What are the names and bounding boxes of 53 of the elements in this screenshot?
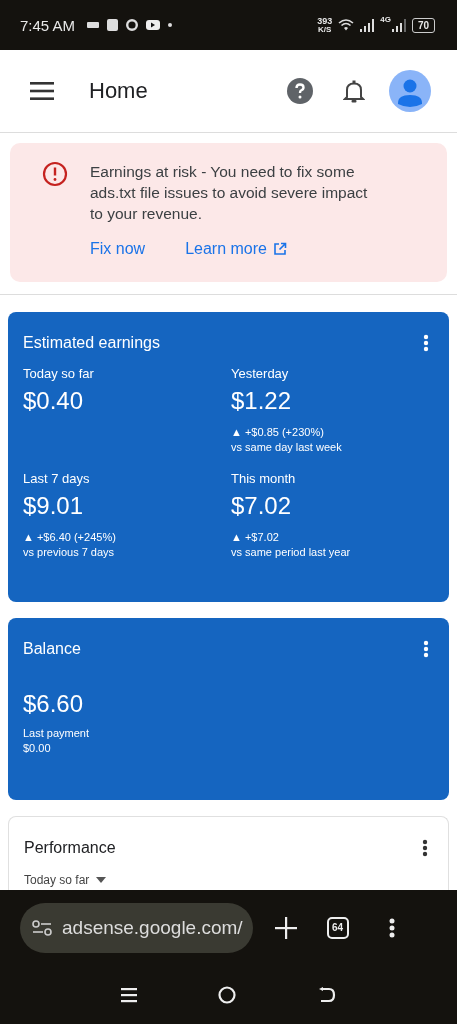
external-link-icon — [272, 242, 287, 256]
last-payment-label: Last payment — [23, 726, 91, 741]
tab-count-button[interactable]: 64 — [326, 916, 349, 939]
stat-value: $1.22 — [231, 387, 293, 415]
more-icon[interactable] — [388, 917, 395, 938]
signal-icon — [391, 18, 406, 32]
avatar-icon[interactable] — [389, 70, 431, 112]
error-icon — [42, 161, 68, 187]
menu-icon[interactable] — [30, 82, 54, 100]
net-speed: 393 — [317, 16, 333, 26]
card-title: Balance — [23, 640, 81, 658]
stat-change: ▲ +$0.85 (+230%) — [231, 425, 325, 440]
learn-more-link[interactable]: Learn more — [185, 240, 287, 258]
notifications-icon[interactable] — [343, 79, 365, 103]
address-bar[interactable]: adsense.google.com/ — [20, 902, 253, 953]
back-icon[interactable] — [318, 986, 337, 1003]
status-time: 7:45 AM — [20, 16, 76, 34]
recents-icon[interactable] — [120, 986, 137, 1003]
stat-change: ▲ +$6.40 (+245%) — [23, 530, 117, 545]
stat-value: $0.40 — [23, 387, 85, 415]
new-tab-icon[interactable] — [274, 916, 297, 939]
play-icon — [146, 20, 161, 30]
caret-icon — [96, 877, 107, 883]
wifi-icon — [338, 19, 355, 31]
stat-comparison: vs same day last week — [231, 440, 343, 455]
stat-label: Last 7 days — [23, 471, 91, 486]
url-text: adsense.google.com/ — [62, 916, 243, 939]
signal-icon — [360, 18, 375, 32]
site-settings-icon[interactable] — [32, 919, 52, 936]
fix-now-link[interactable]: Fix now — [90, 240, 146, 258]
stat-comparison: vs previous 7 days — [23, 545, 116, 560]
stat-comparison: vs same period last year — [231, 545, 352, 560]
net-unit: K/S — [318, 25, 332, 34]
stat-value: $9.01 — [23, 492, 85, 520]
stat-change: ▲ +$7.02 — [231, 530, 280, 545]
dot-icon — [168, 23, 173, 27]
battery-indicator: 70 — [411, 17, 435, 33]
ring-icon — [126, 19, 139, 31]
balance-value: $6.60 — [23, 690, 85, 718]
more-icon[interactable] — [422, 839, 428, 857]
card-title: Estimated earnings — [23, 334, 160, 352]
stat-label: This month — [231, 471, 297, 486]
stat-label: Today so far — [23, 366, 95, 381]
page-title: Home — [89, 78, 148, 104]
network-type: 4G — [380, 14, 391, 24]
alert-message: Earnings at risk - You need to fix some ads.txt file issues to avoid severe impact to your revenue. — [90, 162, 369, 224]
range-dropdown[interactable]: Today so far — [24, 873, 107, 887]
stat-value: $7.02 — [231, 492, 293, 520]
stat-label: Yesterday — [231, 366, 290, 381]
help-icon[interactable] — [287, 78, 313, 104]
home-icon[interactable] — [218, 985, 237, 1004]
last-payment-value: $0.00 — [23, 741, 52, 756]
card-title: Performance — [24, 839, 116, 857]
